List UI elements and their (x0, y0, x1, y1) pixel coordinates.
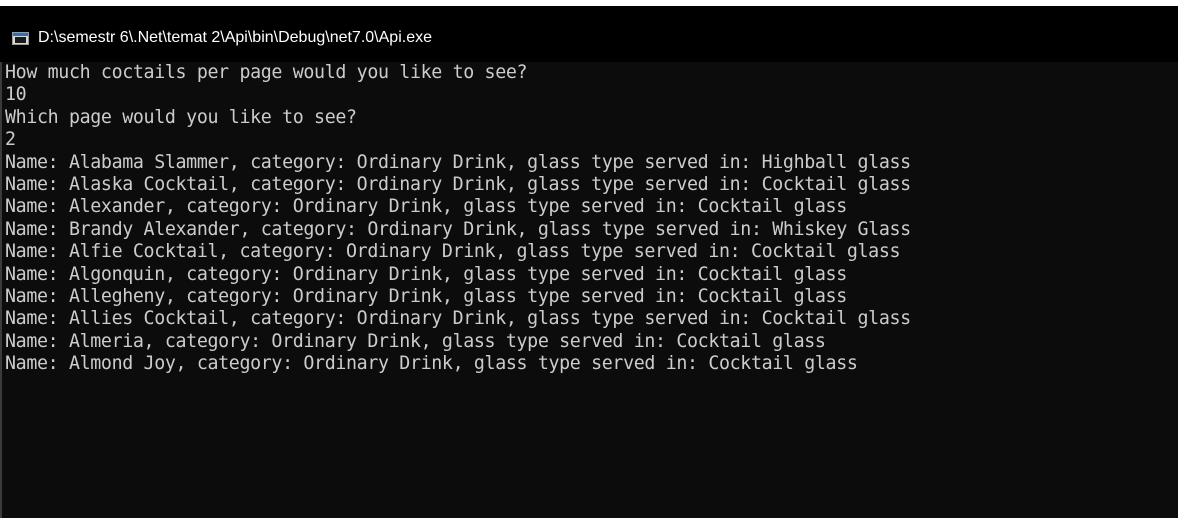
console-line-prompt-page: Which page would you like to see? (5, 106, 357, 128)
console-window-icon[interactable] (12, 32, 29, 45)
console-line-result: Name: Algonquin, category: Ordinary Drin… (5, 263, 847, 285)
console-line-result: Name: Alabama Slammer, category: Ordinar… (5, 151, 911, 173)
console-window: D:\semestr 6\.Net\temat 2\Api\bin\Debug\… (0, 0, 1178, 518)
window-titlebar[interactable]: D:\semestr 6\.Net\temat 2\Api\bin\Debug\… (0, 0, 1178, 62)
console-line-prompt-per-page: How much coctails per page would you lik… (5, 62, 528, 83)
window-title: D:\semestr 6\.Net\temat 2\Api\bin\Debug\… (38, 29, 432, 46)
console-line-result: Name: Allies Cocktail, category: Ordinar… (5, 308, 911, 330)
titlebar-background: D:\semestr 6\.Net\temat 2\Api\bin\Debug\… (0, 6, 1178, 62)
console-output[interactable]: How much coctails per page would you lik… (5, 62, 1178, 518)
console-line-result: Name: Allegheny, category: Ordinary Drin… (5, 285, 847, 307)
console-line-input-per-page: 10 (5, 84, 27, 106)
console-line-result: Name: Almond Joy, category: Ordinary Dri… (5, 353, 858, 375)
console-line-result: Name: Almeria, category: Ordinary Drink,… (5, 330, 826, 352)
console-line-input-page: 2 (5, 129, 16, 151)
console-line-result: Name: Alaska Cocktail, category: Ordinar… (5, 173, 911, 195)
left-border (0, 62, 2, 518)
console-line-result: Name: Alfie Cocktail, category: Ordinary… (5, 241, 901, 263)
console-line-result: Name: Brandy Alexander, category: Ordina… (5, 218, 911, 240)
console-line-result: Name: Alexander, category: Ordinary Drin… (5, 196, 847, 218)
